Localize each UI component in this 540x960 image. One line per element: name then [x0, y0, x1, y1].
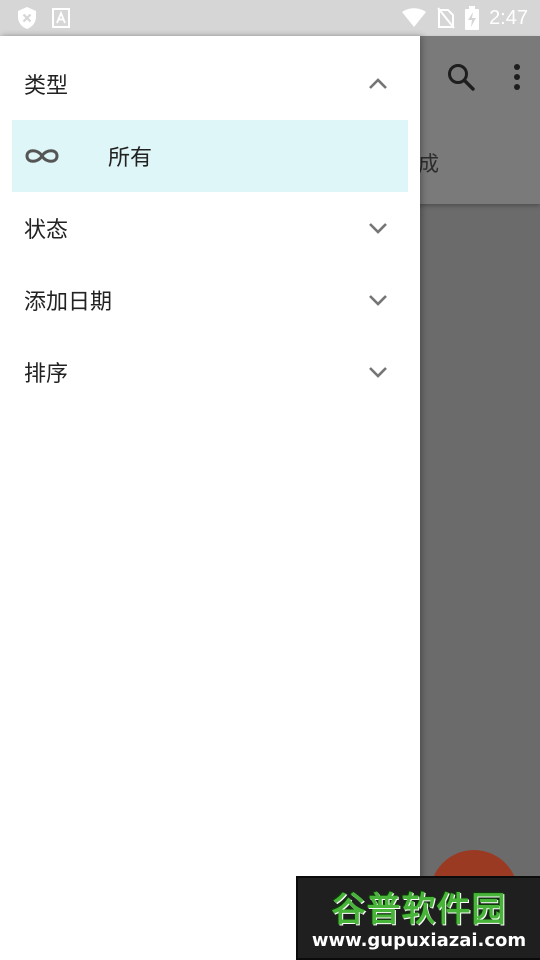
background-tab-label: 成 [418, 152, 439, 176]
wifi-icon [401, 8, 427, 28]
section-sort-header[interactable]: 排序 [0, 336, 420, 408]
status-right-icons: 2:47 [401, 6, 540, 30]
status-bar: 2:47 [0, 0, 540, 36]
section-status-label: 状态 [24, 218, 69, 243]
section-type-label: 类型 [24, 74, 69, 99]
watermark-url: www.gupuxiazai.com [311, 930, 527, 951]
section-sort-label: 排序 [24, 362, 69, 387]
filter-item-all[interactable]: 所有 [12, 120, 408, 192]
chevron-down-icon [364, 358, 392, 386]
more-vert-icon[interactable] [512, 63, 522, 95]
search-icon[interactable] [446, 62, 476, 96]
status-time: 2:47 [489, 6, 528, 29]
chevron-down-icon [364, 286, 392, 314]
shield-x-icon [16, 6, 38, 30]
background-app-actions [446, 62, 522, 96]
chevron-down-icon [364, 214, 392, 242]
chevron-up-icon [364, 70, 392, 98]
no-sim-icon [437, 7, 455, 29]
filter-item-all-label: 所有 [108, 146, 153, 171]
section-date-added-label: 添加日期 [24, 290, 113, 315]
infinity-icon [24, 144, 60, 172]
status-left-icons [0, 6, 70, 30]
section-date-added-header[interactable]: 添加日期 [0, 264, 420, 336]
font-a-icon [52, 8, 70, 28]
watermark-badge: 谷普软件园 www.gupuxiazai.com [296, 876, 540, 960]
section-type-header[interactable]: 类型 [0, 48, 420, 120]
navigation-drawer: 类型 所有 状态 添加日期 排序 [0, 36, 420, 960]
watermark-title: 谷普软件园 [331, 890, 507, 930]
battery-charging-icon [465, 6, 480, 30]
section-status-header[interactable]: 状态 [0, 192, 420, 264]
